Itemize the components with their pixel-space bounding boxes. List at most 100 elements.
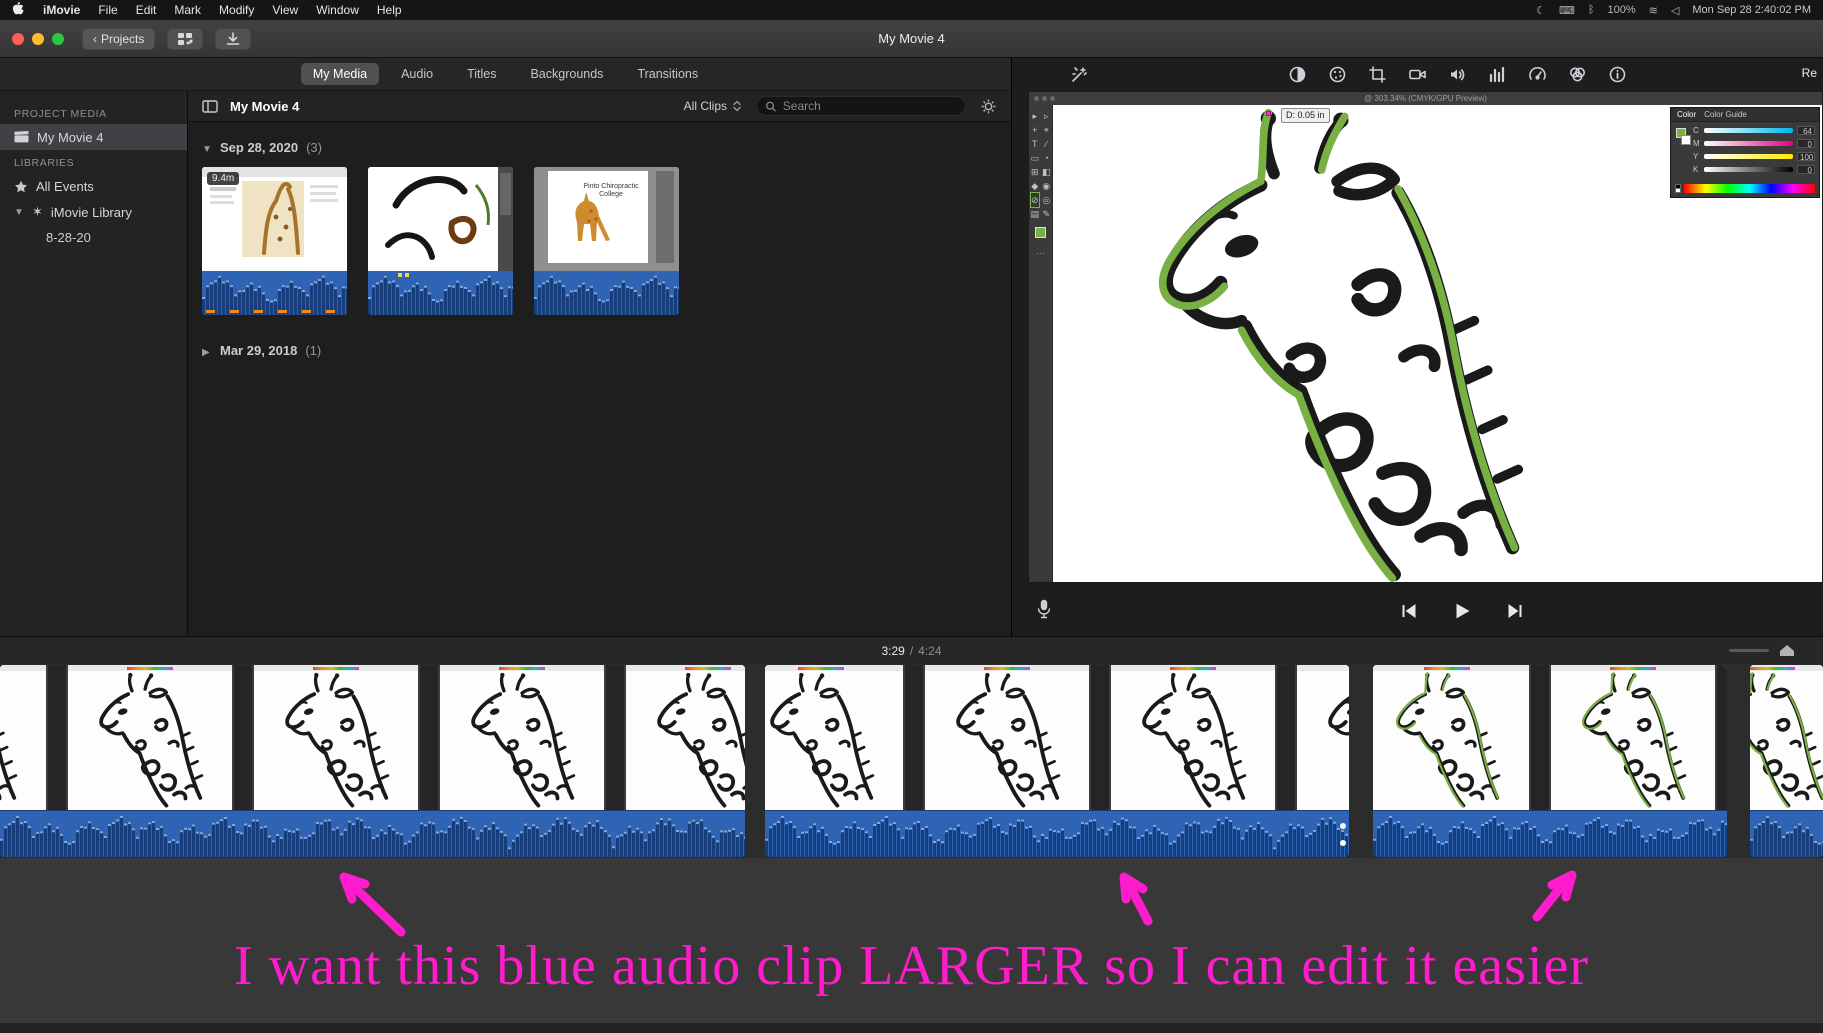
clip-handle-dot[interactable] [1340, 840, 1346, 846]
timeline-clip[interactable] [765, 665, 1349, 857]
keyboard-icon[interactable]: ⌨ [1559, 4, 1575, 17]
sidebar-item-8-28-20[interactable]: 8-28-20 [0, 225, 187, 249]
menu-view[interactable]: View [272, 3, 298, 17]
media-clip-thumbnail[interactable]: Pinto Chiropractic College [534, 167, 679, 315]
illustrator-tool-icon: ▹ [1043, 111, 1049, 121]
media-group-header[interactable]: ▶ Mar 29, 2018 (1) [202, 343, 1011, 358]
play-button[interactable] [1451, 601, 1473, 621]
slider-value: 64 [1797, 126, 1815, 136]
audio-waveform[interactable] [1750, 810, 1823, 857]
menu-modify[interactable]: Modify [219, 3, 254, 17]
illustrator-tool-icon: ✎ [1042, 209, 1051, 219]
audio-waveform[interactable] [0, 810, 745, 857]
clip-audio-waveform [534, 271, 679, 315]
disclosure-triangle-icon[interactable]: ▼ [202, 144, 212, 155]
giraffe-frame-sketch [637, 671, 745, 808]
tab-transitions[interactable]: Transitions [625, 63, 710, 85]
slider-bar[interactable] [1704, 128, 1793, 133]
illustrator-tool-icon: ◔ [1043, 153, 1049, 163]
illustrator-tool-icon: + [1032, 125, 1038, 135]
group-count: (3) [306, 140, 322, 155]
menu-window[interactable]: Window [316, 3, 359, 17]
battery-percent-label[interactable]: 100% [1608, 4, 1636, 17]
import-media-button[interactable] [215, 27, 252, 50]
browser-settings-icon[interactable] [980, 98, 997, 115]
wifi-icon[interactable]: ≋ [1649, 4, 1658, 17]
skip-forward-button[interactable] [1505, 601, 1525, 621]
slider-bar[interactable] [1704, 141, 1793, 146]
search-input[interactable] [782, 99, 957, 113]
media-organizer-button[interactable] [167, 27, 204, 50]
skip-back-button[interactable] [1399, 601, 1419, 621]
sidebar-item-all-events[interactable]: All Events [0, 173, 187, 199]
bluetooth-icon[interactable]: ᛒ [1588, 4, 1595, 17]
back-to-projects-button[interactable]: ‹ Projects [82, 27, 156, 50]
color-palette-icon[interactable] [1328, 65, 1347, 84]
info-icon[interactable] [1608, 65, 1627, 84]
playback-bar [1012, 585, 1823, 636]
frame-seam [1275, 665, 1297, 810]
minimize-window-button[interactable] [32, 32, 44, 45]
timeline-clip[interactable] [1750, 665, 1823, 857]
enhance-wand-icon[interactable] [1070, 65, 1089, 89]
apple-menu[interactable] [12, 1, 25, 19]
illustrator-canvas: D: 0.05 in Color Color Guide C 64 M 0 Y 100 K 0 [1053, 105, 1822, 582]
voiceover-mic-icon[interactable] [1034, 599, 1054, 625]
menu-file[interactable]: File [98, 3, 117, 17]
menu-clock[interactable]: Mon Sep 28 2:40:02 PM [1692, 4, 1811, 16]
slider-bar[interactable] [1704, 167, 1793, 172]
sidebar-item-my-movie-4[interactable]: My Movie 4 [0, 124, 187, 150]
menu-edit[interactable]: Edit [136, 3, 157, 17]
clip-audio-waveform [368, 271, 513, 315]
timeline-track[interactable] [0, 664, 1823, 858]
timeline-zoom-slider[interactable] [1729, 649, 1769, 652]
zoom-window-button[interactable] [52, 32, 64, 45]
close-window-button[interactable] [12, 32, 24, 45]
media-browser: My Movie 4 All Clips Search ▼ Sep 28, 20… [188, 91, 1011, 636]
clip-caption-text: Pinto Chiropractic College [583, 183, 639, 198]
volume-speaker-icon[interactable] [1448, 65, 1467, 84]
total-duration: 4:24 [918, 643, 942, 658]
media-group-header[interactable]: ▼ Sep 28, 2020 (3) [202, 140, 1011, 155]
volume-icon[interactable]: ◁ [1671, 4, 1679, 17]
disclosure-triangle-icon[interactable]: ▶ [202, 347, 212, 358]
frame-seam [46, 665, 68, 810]
audio-waveform[interactable] [1373, 810, 1727, 857]
sidebar-item-imovie-library[interactable]: ▼ ✶ iMovie Library [0, 199, 187, 225]
menu-mark[interactable]: Mark [174, 3, 201, 17]
media-clip-thumbnail[interactable]: 9.4m [202, 167, 347, 315]
do-not-disturb-icon[interactable]: ☾ [1536, 4, 1546, 17]
timeline-settings-icon[interactable] [1779, 644, 1795, 657]
slider-bar[interactable] [1704, 154, 1793, 159]
menu-help[interactable]: Help [377, 3, 402, 17]
speed-icon[interactable] [1528, 65, 1547, 84]
annotation-arrow [342, 875, 406, 937]
tab-audio[interactable]: Audio [389, 63, 445, 85]
crop-icon[interactable] [1368, 65, 1387, 84]
giraffe-frame-sketch [1750, 671, 1823, 808]
search-field[interactable] [756, 96, 966, 116]
audio-meter-icon[interactable] [1488, 65, 1507, 84]
clip-filter-dropdown[interactable]: All Clips [684, 99, 742, 113]
disclosure-triangle-icon[interactable]: ▼ [14, 207, 24, 218]
timeline-clip[interactable] [1373, 665, 1727, 857]
frame-color-dots [1424, 666, 1470, 670]
tab-backgrounds[interactable]: Backgrounds [518, 63, 615, 85]
menu-imovie[interactable]: iMovie [43, 3, 80, 17]
media-tab-bar: My Media Audio Titles Backgrounds Transi… [0, 58, 1011, 91]
audio-waveform[interactable] [765, 810, 1349, 857]
media-clip-thumbnail[interactable] [368, 167, 513, 315]
window-title-bar: ‹ Projects My Movie 4 [0, 20, 1823, 58]
cmyk-slider-row: C 64 [1693, 126, 1815, 136]
fill-stroke-swatches [1675, 126, 1693, 166]
sidebar-toggle-icon[interactable] [202, 99, 218, 114]
macos-menu-bar: iMovie File Edit Mark Modify View Window… [0, 0, 1823, 20]
color-spectrum-bar [1675, 184, 1815, 193]
timeline-clip[interactable] [0, 665, 745, 857]
tab-titles[interactable]: Titles [455, 63, 508, 85]
color-balance-icon[interactable] [1288, 65, 1307, 84]
color-correction-icon[interactable] [1568, 65, 1587, 84]
stabilization-camera-icon[interactable] [1408, 65, 1427, 84]
clip-handle-dot[interactable] [1340, 823, 1346, 829]
tab-my-media[interactable]: My Media [300, 63, 380, 85]
